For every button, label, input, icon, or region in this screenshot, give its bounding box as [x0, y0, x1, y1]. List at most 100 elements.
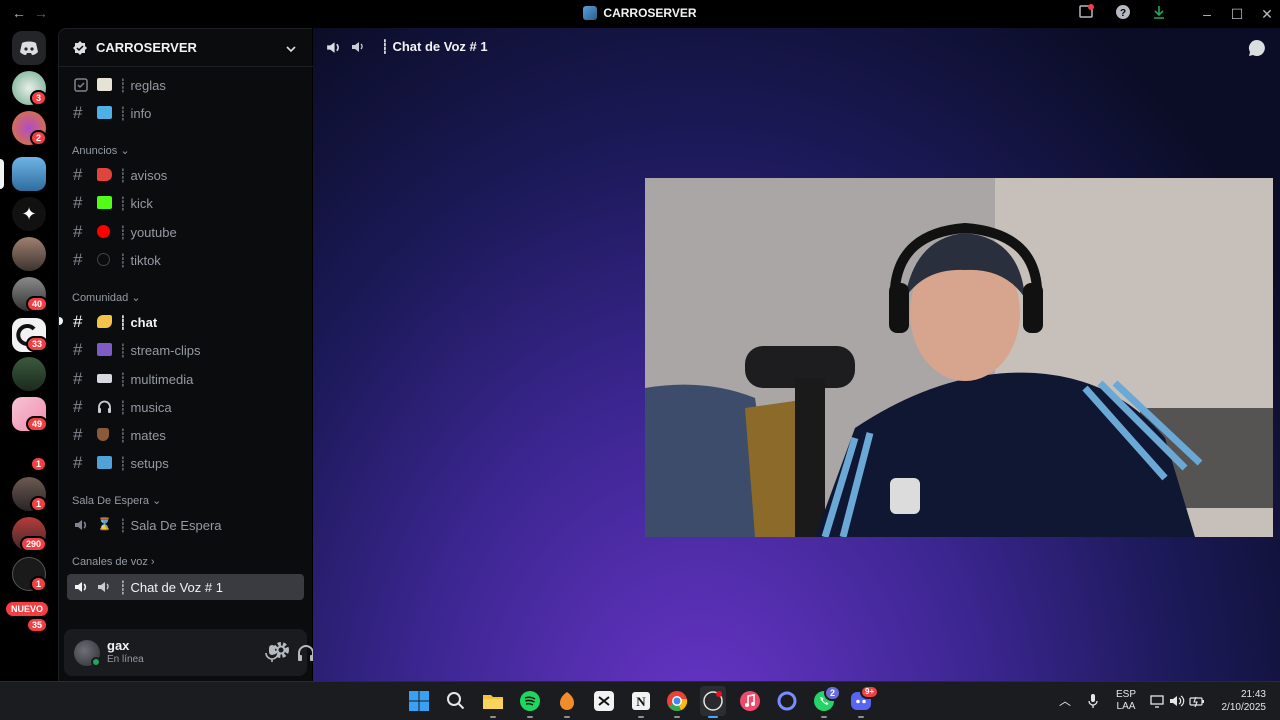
chrome-icon[interactable] — [666, 690, 688, 712]
file-explorer-icon[interactable] — [482, 690, 504, 712]
gear-icon[interactable] — [270, 639, 292, 661]
channel-avisos[interactable]: # ┊ avisos — [67, 162, 304, 188]
hash-icon: # — [73, 165, 83, 184]
category-canales-de-voz[interactable]: Canales de voz › — [72, 556, 155, 568]
maximize-icon[interactable]: ☐ — [1227, 4, 1247, 24]
online-status-dot — [91, 657, 101, 667]
download-icon[interactable] — [1149, 4, 1169, 24]
video-stream[interactable] — [645, 178, 1273, 537]
inbox-icon[interactable] — [1076, 4, 1096, 24]
channel-chat-de-voz-1[interactable]: ┊ Chat de Voz # 1 — [67, 574, 304, 600]
channel-info[interactable]: # ┊ info — [67, 100, 304, 126]
channel-stream-clips[interactable]: # ┊ stream-clips — [67, 337, 304, 363]
speaker-icon — [75, 520, 87, 530]
new-badge[interactable]: NUEVO — [4, 600, 51, 618]
voice-stage: ┊ Chat de Voz # 1 — [313, 28, 1280, 681]
hash-icon: # — [73, 397, 83, 416]
writing-hand-emoji-icon — [97, 315, 112, 328]
tray-expand-chevron-icon[interactable]: ︿ — [1059, 692, 1071, 709]
rules-channel-icon — [74, 78, 88, 92]
discord-home-icon[interactable] — [12, 31, 46, 65]
channel-label: ┊ reglas — [119, 78, 166, 93]
microphone-tray-icon[interactable] — [1086, 693, 1100, 709]
search-icon[interactable] — [445, 690, 467, 712]
loud-sound-emoji-icon — [98, 582, 109, 592]
hash-icon: # — [73, 453, 83, 472]
clock[interactable]: 21:43 2/10/2025 — [1214, 688, 1267, 714]
verified-server-icon — [73, 41, 87, 55]
channel-label: ┊ youtube — [119, 225, 177, 240]
channel-label: ┊ avisos — [119, 168, 168, 183]
battery-icon[interactable] — [1189, 694, 1205, 708]
itunes-icon[interactable] — [739, 690, 761, 712]
selected-server-indicator — [0, 159, 4, 189]
unread-indicator — [59, 317, 63, 325]
obs-studio-icon[interactable] — [702, 690, 724, 712]
user-status: En línea — [107, 654, 144, 665]
category-anuncios[interactable]: Anuncios ⌄ — [72, 144, 130, 157]
language-indicator[interactable]: ESP LAA — [1112, 689, 1140, 713]
channel-youtube[interactable]: # ┊ youtube — [67, 219, 304, 245]
channel-label: ┊ tiktok — [119, 253, 161, 268]
headphones-emoji-icon — [98, 400, 111, 413]
server-rail: 3 2 ✦ 40 33 49 1 1 290 1 NUEVO 35 — [0, 28, 58, 681]
channel-chat[interactable]: # ┊ chat — [67, 309, 304, 335]
category-comunidad[interactable]: Comunidad ⌄ — [72, 291, 141, 304]
network-icon[interactable] — [1150, 694, 1164, 708]
speaker-icon — [327, 42, 339, 53]
unread-badge: 1 — [30, 456, 48, 472]
username[interactable]: gax — [107, 638, 129, 653]
unread-badge: 49 — [26, 416, 49, 432]
running-indicator — [821, 716, 827, 718]
unread-badge: 1 — [30, 496, 48, 512]
stage-title: ┊ Chat de Voz # 1 — [381, 39, 488, 54]
hourglass-emoji-icon: ⌛ — [97, 517, 112, 531]
computer-emoji-icon — [97, 456, 112, 469]
channel-reglas[interactable]: ┊ reglas — [67, 72, 304, 98]
clipboard-emoji-icon — [97, 78, 112, 91]
hash-icon: # — [73, 222, 83, 241]
cortana-icon[interactable] — [776, 690, 798, 712]
server-name: CARROSERVER — [96, 40, 197, 55]
channel-musica[interactable]: # ┊ musica — [67, 394, 304, 420]
channel-tiktok[interactable]: # ┊ tiktok — [67, 247, 304, 273]
channel-sidebar: CARROSERVER ┊ reglas # ┊ info Anuncios ⌄… — [58, 28, 314, 681]
channel-label: ┊ chat — [119, 315, 158, 330]
channel-label: ┊ kick — [119, 196, 153, 211]
channel-label: ┊ multimedia — [119, 372, 194, 387]
title-bar: ← → CARROSERVER ? – ☐ ✕ — [0, 0, 1280, 28]
camera-emoji-icon — [97, 374, 112, 383]
channel-mates[interactable]: # ┊ mates — [67, 422, 304, 448]
fl-studio-icon[interactable] — [556, 690, 578, 712]
running-indicator — [638, 716, 644, 718]
chevron-down-icon[interactable] — [285, 43, 297, 55]
youtube-logo-icon — [97, 225, 110, 238]
carroserver-icon[interactable] — [12, 157, 46, 191]
running-indicator — [490, 716, 496, 718]
notion-icon[interactable]: N — [630, 690, 652, 712]
unread-badge: 1 — [30, 576, 48, 592]
category-sala-de-espera[interactable]: Sala De Espera ⌄ — [72, 494, 161, 507]
channel-label: ┊ stream-clips — [119, 343, 201, 358]
channel-multimedia[interactable]: # ┊ multimedia — [67, 366, 304, 392]
help-icon[interactable]: ? — [1113, 4, 1133, 24]
close-icon[interactable]: ✕ — [1257, 4, 1277, 24]
capcut-icon[interactable] — [593, 690, 615, 712]
windows-start-icon[interactable] — [408, 690, 430, 712]
loud-sound-emoji-icon — [352, 42, 363, 52]
server-icon[interactable] — [12, 237, 46, 271]
chat-bubble-icon[interactable] — [1247, 38, 1267, 58]
spotify-icon[interactable] — [519, 690, 541, 712]
stage-header: ┊ Chat de Voz # 1 — [313, 28, 1280, 66]
volume-icon[interactable] — [1169, 694, 1185, 708]
channel-sala-de-espera[interactable]: ⌛ ┊ Sala De Espera — [67, 512, 304, 538]
server-icon[interactable] — [12, 357, 46, 391]
channel-label: ┊ Chat de Voz # 1 — [119, 580, 223, 595]
minimize-icon[interactable]: – — [1197, 4, 1217, 24]
channel-kick[interactable]: # ┊ kick — [67, 190, 304, 216]
unread-badge: 290 — [20, 536, 48, 552]
channel-setups[interactable]: # ┊ setups — [67, 450, 304, 476]
discover-sparkle-icon[interactable]: ✦ — [12, 197, 46, 231]
channel-label: ┊ info — [119, 106, 152, 121]
server-header[interactable]: CARROSERVER — [59, 29, 313, 67]
